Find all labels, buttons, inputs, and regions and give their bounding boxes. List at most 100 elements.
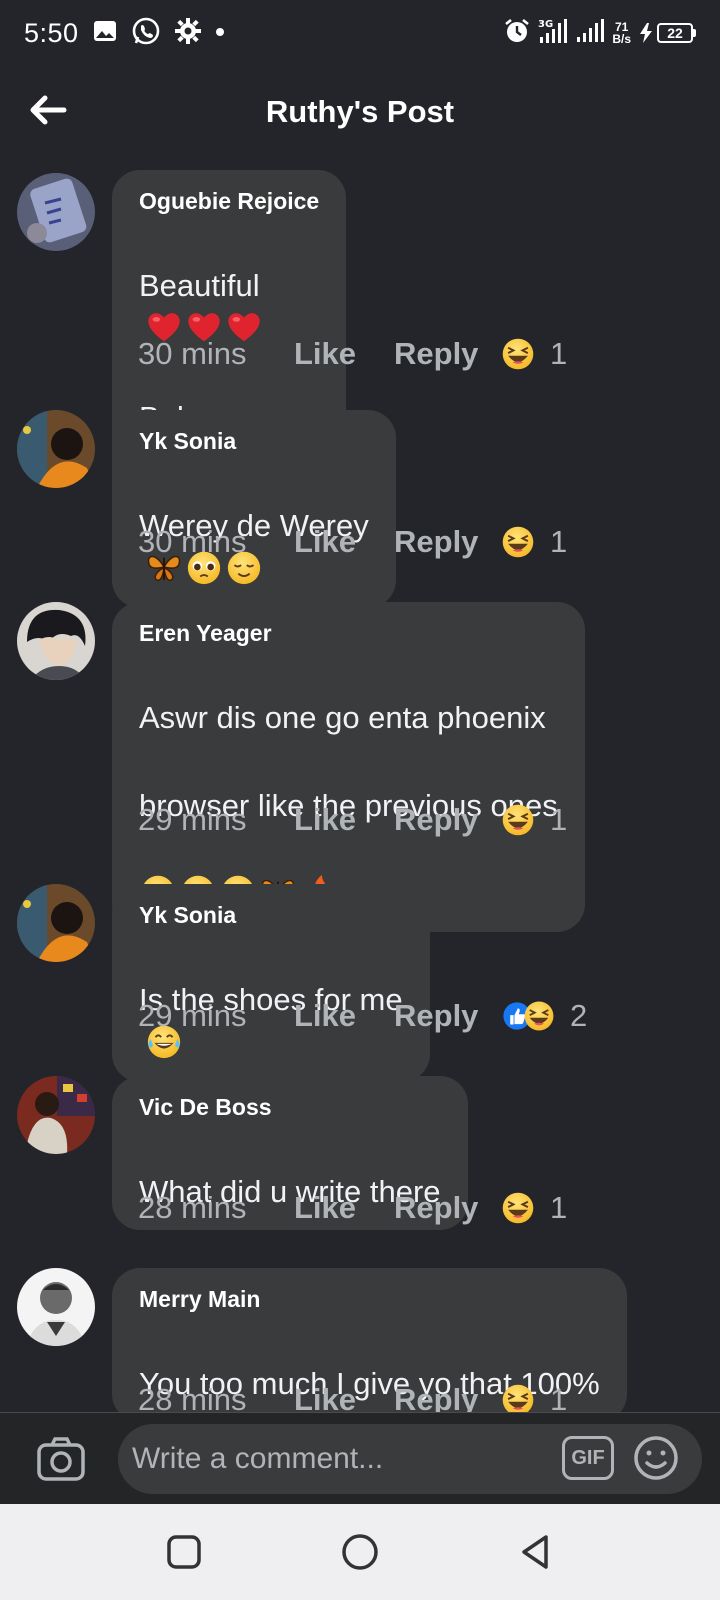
haha-reaction-icon [522, 999, 556, 1033]
system-nav-bar [0, 1504, 720, 1600]
signal-3g-icon: 3G [538, 17, 568, 50]
gallery-icon [93, 19, 117, 48]
emoji-button[interactable] [632, 1434, 680, 1482]
settings-gear-icon [174, 17, 201, 49]
comment-actions: 30 mins Like Reply 1 [138, 336, 567, 372]
comment-time: 28 mins [138, 1382, 247, 1412]
status-time: 5:50 [24, 17, 79, 48]
comment-author[interactable]: Oguebie Rejoice [139, 186, 319, 216]
comment-author[interactable]: Yk Sonia [139, 426, 369, 456]
reply-button[interactable]: Reply [394, 1382, 500, 1412]
reactions-summary[interactable]: 2 [500, 998, 587, 1034]
comment-time: 30 mins [138, 336, 247, 371]
reaction-count: 1 [550, 802, 568, 837]
reactions-summary[interactable]: 1 [500, 1382, 567, 1412]
comment-actions: 28 mins Like Reply 1 [138, 1190, 567, 1226]
like-button[interactable]: Like [294, 336, 394, 372]
comment-bubble[interactable]: Yk Sonia Is the shoes for me [112, 884, 430, 1082]
like-button[interactable]: Like [294, 524, 394, 560]
comment-item: Eren Yeager Aswr dis one go enta phoenix… [0, 602, 720, 932]
avatar[interactable] [17, 884, 95, 962]
comment-item: Vic De Boss What did u write there 28 mi… [0, 1076, 720, 1256]
like-button[interactable]: Like [294, 1190, 394, 1226]
circle-icon [342, 1534, 378, 1570]
comment-text-line: Aswr dis one go enta phoenix [139, 700, 546, 735]
reply-button[interactable]: Reply [394, 524, 500, 560]
haha-reaction-icon [500, 1382, 536, 1412]
back-arrow-icon [30, 95, 67, 125]
comment-actions: 28 mins Like Reply 1 [138, 1382, 567, 1412]
square-icon [167, 1535, 201, 1569]
reply-button[interactable]: Reply [394, 336, 500, 372]
triangle-back-icon [522, 1535, 548, 1569]
haha-reaction-icon [500, 524, 536, 560]
like-button[interactable]: Like [294, 998, 394, 1034]
reactions-summary[interactable]: 1 [500, 524, 567, 560]
comment-time: 28 mins [138, 1190, 247, 1225]
reaction-count: 1 [550, 524, 568, 559]
comment-bubble[interactable]: Eren Yeager Aswr dis one go enta phoenix… [112, 602, 585, 932]
avatar[interactable] [17, 602, 95, 680]
status-right-icons: 3G 71 B/s 22 [504, 17, 696, 50]
reaction-count: 1 [550, 1382, 568, 1412]
comment-time: 30 mins [138, 524, 247, 559]
comment-bubble[interactable]: Yk Sonia Werey de Werey [112, 410, 396, 608]
comment-item: Yk Sonia Werey de Werey 30 mins Like Rep… [0, 410, 720, 608]
reply-button[interactable]: Reply [394, 998, 500, 1034]
comment-actions: 30 mins Like Reply 1 [138, 524, 567, 560]
comment-text: Aswr dis one go enta phoenix browser lik… [139, 652, 558, 916]
comment-composer: GIF [0, 1412, 720, 1504]
header: Ruthy's Post [0, 66, 720, 158]
charging-bolt-icon [640, 23, 652, 43]
comment-input[interactable] [118, 1424, 702, 1494]
battery: 22 [639, 23, 696, 43]
comment-author[interactable]: Eren Yeager [139, 618, 558, 648]
recents-button[interactable] [164, 1532, 204, 1572]
avatar[interactable] [17, 1076, 95, 1154]
comment-text-line: Beautiful [139, 268, 260, 303]
camera-button[interactable] [36, 1435, 86, 1483]
battery-tip [693, 29, 696, 37]
comment-item: Oguebie Rejoice Beautiful Buh crazy 30 m… [0, 170, 720, 500]
haha-reaction-icon [500, 1190, 536, 1226]
whatsapp-icon [131, 16, 161, 51]
like-button[interactable]: Like [294, 1382, 394, 1412]
signal-strength-icon [576, 18, 605, 48]
smiley-icon [634, 1436, 678, 1480]
camera-icon [37, 1437, 85, 1481]
alarm-icon [504, 18, 530, 49]
avatar[interactable] [17, 1268, 95, 1346]
comment-author[interactable]: Yk Sonia [139, 900, 403, 930]
comment-item: Yk Sonia Is the shoes for me 29 mins Lik… [0, 884, 720, 1082]
status-bar: 5:50 3G 71 B/s 22 [0, 0, 720, 66]
back-button[interactable] [26, 88, 70, 132]
back-nav-button[interactable] [516, 1532, 556, 1572]
notification-dot-icon [215, 24, 225, 42]
comment-author[interactable]: Merry Main [139, 1284, 600, 1314]
reactions-summary[interactable]: 1 [500, 1190, 567, 1226]
comment-actions: 29 mins Like Reply 1 [138, 802, 567, 838]
home-button[interactable] [340, 1532, 380, 1572]
reaction-count: 2 [570, 998, 588, 1033]
like-button[interactable]: Like [294, 802, 394, 838]
page-title: Ruthy's Post [265, 94, 455, 129]
gif-button[interactable]: GIF [562, 1436, 614, 1480]
comment-author[interactable]: Vic De Boss [139, 1092, 441, 1122]
reactions-summary[interactable]: 1 [500, 802, 567, 838]
reply-button[interactable]: Reply [394, 1190, 500, 1226]
comment-actions: 29 mins Like Reply 2 [138, 998, 587, 1034]
avatar[interactable] [17, 410, 95, 488]
haha-reaction-icon [500, 802, 536, 838]
comment-time: 29 mins [138, 802, 247, 837]
reactions-summary[interactable]: 1 [500, 336, 567, 372]
network-speed-unit: B/s [612, 32, 631, 46]
reply-button[interactable]: Reply [394, 802, 500, 838]
network-speed: 71 B/s [612, 21, 631, 45]
svg-text:3G: 3G [538, 19, 553, 30]
battery-level: 22 [657, 23, 693, 43]
status-left-icons [93, 16, 225, 51]
comment-item: Merry Main You too much I give yo that 1… [0, 1268, 720, 1412]
comment-time: 29 mins [138, 998, 247, 1033]
avatar[interactable] [17, 173, 95, 251]
reaction-count: 1 [550, 1190, 568, 1225]
